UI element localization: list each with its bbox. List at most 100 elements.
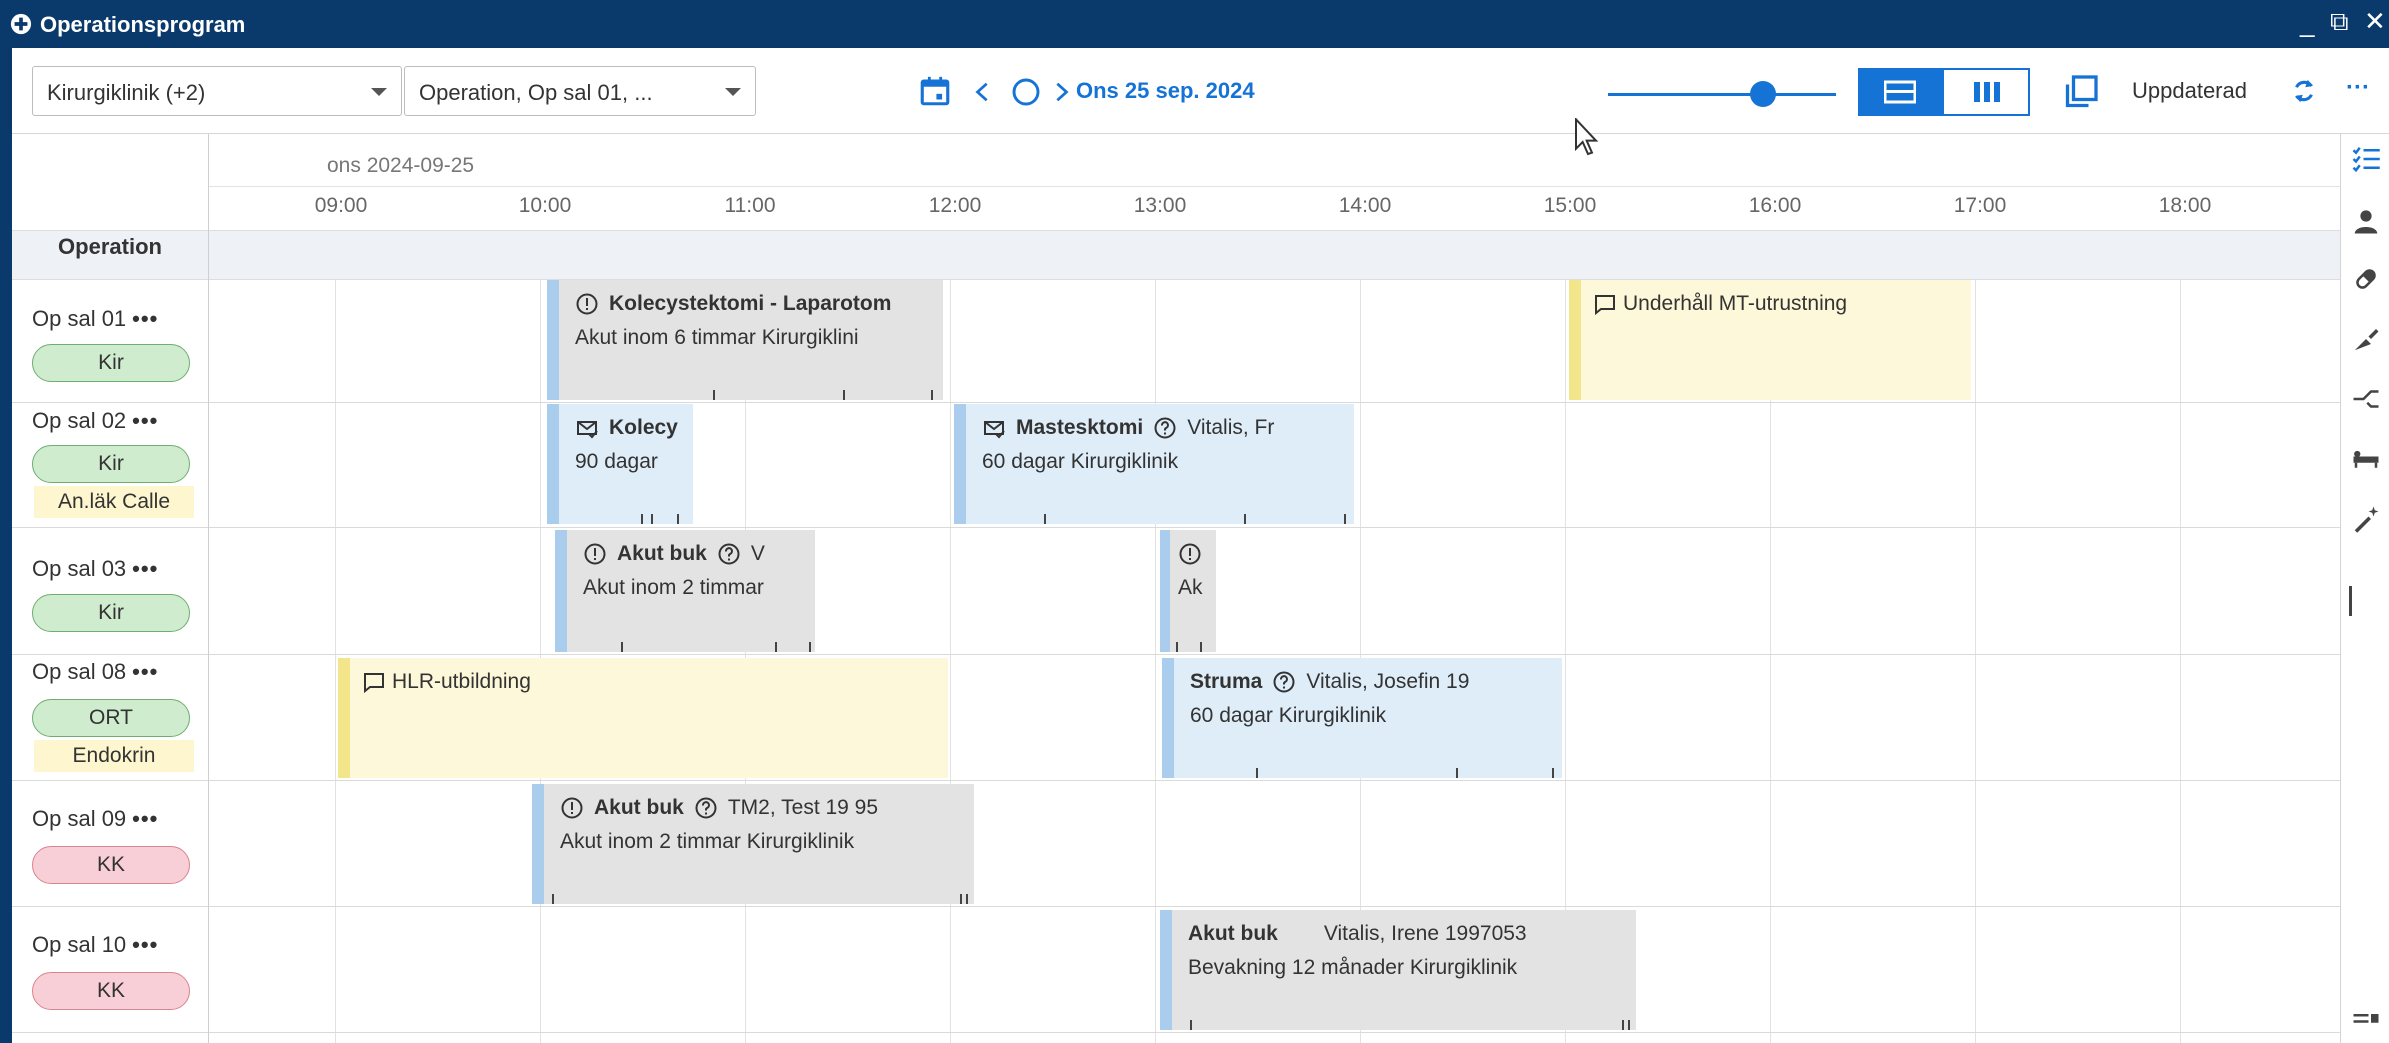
rows-icon <box>1884 80 1916 104</box>
event-tick <box>775 642 777 652</box>
restore-button[interactable]: ⧉ <box>2330 6 2349 38</box>
operation-event[interactable]: Akut buk TM2, Test 19 95 Akut inom 2 tim… <box>532 784 974 904</box>
hour-label: 18:00 <box>2158 194 2212 217</box>
operation-event[interactable]: Akut buk Vitalis, Irene 1997053 Bevaknin… <box>1160 910 1636 1030</box>
event-tick <box>1552 768 1554 778</box>
room-name[interactable]: Op sal 09 ••• <box>32 806 158 832</box>
sidebar-cursor-marker <box>2349 586 2352 616</box>
event-tick <box>1190 1020 1192 1030</box>
event-tick <box>931 390 933 400</box>
event-tick <box>1622 1020 1624 1030</box>
room-column-separator <box>208 134 209 1043</box>
event-detail: Akut inom 6 timmar Kirurgiklini <box>575 326 859 349</box>
room-more-button[interactable]: ••• <box>132 659 158 684</box>
room-more-button[interactable]: ••• <box>132 556 158 581</box>
schedule-grid: ons 2024-09-25 09:00 10:00 11:00 12:00 1… <box>12 134 2340 1043</box>
maintenance-event[interactable]: Underhåll MT-utrustning <box>1569 280 1971 400</box>
minimize-button[interactable]: _ <box>2300 8 2314 39</box>
header-separator <box>208 186 2340 187</box>
room-name[interactable]: Op sal 10 ••• <box>32 932 158 958</box>
route-icon[interactable] <box>2351 384 2381 414</box>
event-tick <box>621 642 623 652</box>
hour-label: 09:00 <box>314 194 368 217</box>
event-extra: Vitalis, Fr <box>1187 416 1275 439</box>
alert-icon <box>584 543 606 565</box>
event-extra: TM2, Test 19 95 <box>727 796 879 819</box>
list-icon[interactable] <box>2351 1004 2381 1034</box>
checklist-icon[interactable] <box>2351 144 2381 174</box>
magic-wand-icon[interactable] <box>2351 504 2381 534</box>
event-accent <box>547 280 559 400</box>
chevron-right-icon[interactable] <box>1050 80 1072 104</box>
clinic-select[interactable]: Kirurgiklinik (+2) <box>32 66 402 116</box>
event-tick <box>1200 642 1202 652</box>
event-tick <box>651 514 653 524</box>
event-accent <box>547 404 559 524</box>
event-tick <box>713 390 715 400</box>
room-name[interactable]: Op sal 03 ••• <box>32 556 158 582</box>
hour-gridline <box>335 280 336 1043</box>
hour-label: 17:00 <box>1953 194 2007 217</box>
close-button[interactable]: ✕ <box>2364 6 2386 37</box>
room-more-button[interactable]: ••• <box>132 932 158 957</box>
event-tick <box>843 390 845 400</box>
right-tool-sidebar <box>2340 134 2389 1043</box>
room-name[interactable]: Op sal 08 ••• <box>32 659 158 685</box>
event-tick <box>966 894 968 904</box>
event-extra: Vitalis, Josefin 19 <box>1306 670 1470 693</box>
event-accent <box>1162 658 1174 778</box>
clinic-select-value: Kirurgiklinik (+2) <box>47 80 206 105</box>
event-title: Mastesktomi <box>1016 416 1144 439</box>
operation-event[interactable]: Mastesktomi Vitalis, Fr 60 dagar Kirurgi… <box>954 404 1354 524</box>
comment-icon <box>364 673 384 694</box>
room-more-button[interactable]: ••• <box>132 806 158 831</box>
help-icon <box>1154 417 1176 439</box>
operation-event[interactable]: Ak <box>1160 530 1216 652</box>
row-view-button[interactable] <box>1858 68 1942 116</box>
operation-event[interactable]: Akut buk V Akut inom 2 timmar <box>555 530 815 652</box>
alert-icon <box>1179 543 1201 565</box>
resource-select[interactable]: Operation, Op sal 01, ... <box>404 66 756 116</box>
education-event[interactable]: HLR-utbildning <box>338 658 948 778</box>
calendar-icon[interactable] <box>918 74 952 108</box>
chevron-left-icon[interactable] <box>972 80 994 104</box>
window-title: Operationsprogram <box>40 12 246 37</box>
timeline-date: ons 2024-09-25 <box>327 154 475 177</box>
hour-label: 10:00 <box>518 194 572 217</box>
hour-label: 15:00 <box>1543 194 1597 217</box>
row-divider <box>12 780 2340 781</box>
event-tick <box>1344 514 1346 524</box>
operation-event[interactable]: Kolecystektomi - Laparotom Akut inom 6 t… <box>547 280 943 400</box>
room-more-button[interactable]: ••• <box>132 408 158 433</box>
hour-gridline <box>2180 280 2181 1043</box>
event-detail: 90 dagar <box>575 450 658 473</box>
person-icon[interactable] <box>2351 206 2381 236</box>
room-sub-label: An.läk Calle <box>34 486 194 518</box>
current-date[interactable]: Ons 25 sep. 2024 <box>1076 78 1255 104</box>
scalpel-icon[interactable] <box>2351 324 2381 354</box>
room-name[interactable]: Op sal 01 ••• <box>32 306 158 332</box>
app-logo-icon <box>10 13 32 35</box>
title-bar: Operationsprogram _ ⧉ ✕ <box>0 0 2389 48</box>
window-view-icon[interactable] <box>2062 74 2100 110</box>
operation-event[interactable]: Kolecy 90 dagar <box>547 404 693 524</box>
room-name-label: Op sal 10 <box>32 932 127 957</box>
room-name[interactable]: Op sal 02 ••• <box>32 408 158 434</box>
room-more-button[interactable]: ••• <box>132 306 158 331</box>
alert-icon <box>576 293 598 315</box>
pill-icon[interactable] <box>2351 264 2381 294</box>
operation-event[interactable]: Struma Vitalis, Josefin 19 60 dagar Kiru… <box>1162 658 1562 778</box>
column-view-button[interactable] <box>1942 68 2030 116</box>
room-name-label: Op sal 03 <box>32 556 127 581</box>
hour-label: 13:00 <box>1133 194 1187 217</box>
bed-icon[interactable] <box>2351 444 2381 474</box>
help-icon <box>718 543 740 565</box>
event-detail: Akut inom 2 timmar Kirurgiklinik <box>560 830 855 853</box>
refresh-icon[interactable] <box>2289 76 2319 106</box>
hour-gridline <box>950 280 951 1043</box>
today-circle-icon[interactable] <box>1010 76 1042 108</box>
zoom-slider-track[interactable] <box>1608 93 1836 96</box>
zoom-slider-thumb[interactable] <box>1750 81 1776 107</box>
more-options-button[interactable]: ··· <box>2346 74 2370 102</box>
room-name-label: Op sal 09 <box>32 806 127 831</box>
